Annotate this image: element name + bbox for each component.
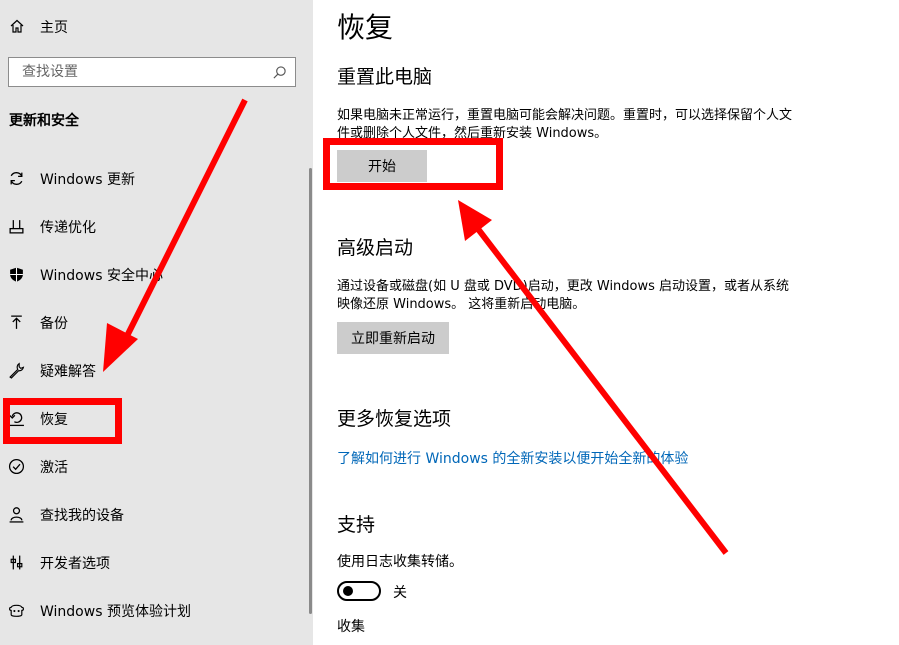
home-label: 主页 (40, 20, 68, 36)
section-title: 更新和安全 (9, 113, 79, 129)
sidebar-item-find-my-device[interactable]: 查找我的设备 (0, 497, 300, 531)
sidebar-scrollbar[interactable] (309, 168, 312, 614)
advanced-startup-heading: 高级启动 (337, 237, 414, 259)
advanced-startup-description: 通过设备或磁盘(如 U 盘或 DVD)启动，更改 Windows 启动设置，或者… (337, 279, 790, 312)
more-recovery-heading: 更多恢复选项 (337, 408, 452, 430)
reset-heading: 重置此电脑 (337, 66, 433, 88)
restart-now-button[interactable]: 立即重新启动 (337, 322, 449, 354)
insider-icon (9, 604, 24, 617)
sidebar-item-label: Windows 更新 (40, 172, 135, 188)
toggle-state-label: 关 (393, 585, 407, 601)
toggle-knob (343, 586, 353, 596)
search-box[interactable] (8, 57, 296, 87)
developer-icon (10, 555, 23, 570)
fresh-install-link[interactable]: 了解如何进行 Windows 的全新安装以便开始全新的体验 (337, 448, 688, 468)
shield-icon (10, 267, 23, 282)
home-icon (10, 19, 24, 33)
sidebar-item-label: 备份 (40, 316, 68, 332)
search-input[interactable] (20, 63, 264, 81)
sidebar-item-recovery[interactable]: 恢复 (0, 401, 300, 435)
reset-start-button[interactable]: 开始 (337, 150, 427, 182)
sidebar-item-windows-insider[interactable]: Windows 预览体验计划 (0, 593, 300, 627)
sidebar-item-label: Windows 预览体验计划 (40, 604, 191, 620)
sidebar-item-label: 传递优化 (40, 220, 96, 236)
sidebar-item-backup[interactable]: 备份 (0, 305, 300, 339)
sidebar-item-label: 开发者选项 (40, 556, 110, 572)
sidebar-item-activation[interactable]: 激活 (0, 449, 300, 483)
sidebar-item-troubleshoot[interactable]: 疑难解答 (0, 353, 300, 387)
collect-label: 收集 (337, 619, 365, 635)
person-location-icon (9, 507, 24, 523)
recovery-icon (9, 412, 24, 427)
wrench-icon (9, 362, 25, 379)
sidebar: 主页 更新和安全 Windows 更新 传递优化 Windows 安全中心 (0, 0, 313, 645)
reset-description: 如果电脑未正常运行，重置电脑可能会解决问题。重置时，可以选择保留个人文件或删除个… (337, 108, 793, 141)
refresh-icon (10, 172, 23, 185)
sidebar-item-developer-options[interactable]: 开发者选项 (0, 545, 300, 579)
check-circle-icon (8, 458, 25, 475)
log-collection-label: 使用日志收集转储。 (337, 554, 463, 570)
sidebar-item-label: 激活 (40, 460, 68, 476)
sidebar-item-delivery-optimization[interactable]: 传递优化 (0, 209, 300, 243)
log-collection-toggle[interactable] (337, 581, 381, 601)
sidebar-item-label: 疑难解答 (40, 364, 96, 380)
main-content: 恢复 重置此电脑 如果电脑未正常运行，重置电脑可能会解决问题。重置时，可以选择保… (313, 0, 899, 645)
sidebar-item-label: 查找我的设备 (40, 508, 124, 524)
sidebar-item-label: Windows 安全中心 (40, 268, 163, 284)
backup-arrow-icon (11, 315, 22, 329)
sidebar-item-windows-security[interactable]: Windows 安全中心 (0, 257, 300, 291)
support-heading: 支持 (337, 514, 376, 536)
page-title: 恢复 (337, 11, 394, 44)
delivery-optimization-icon (9, 220, 24, 234)
sidebar-item-windows-update[interactable]: Windows 更新 (0, 161, 300, 195)
search-icon[interactable] (272, 65, 287, 80)
home-nav-item[interactable]: 主页 (0, 12, 300, 40)
sidebar-item-label: 恢复 (40, 412, 68, 428)
